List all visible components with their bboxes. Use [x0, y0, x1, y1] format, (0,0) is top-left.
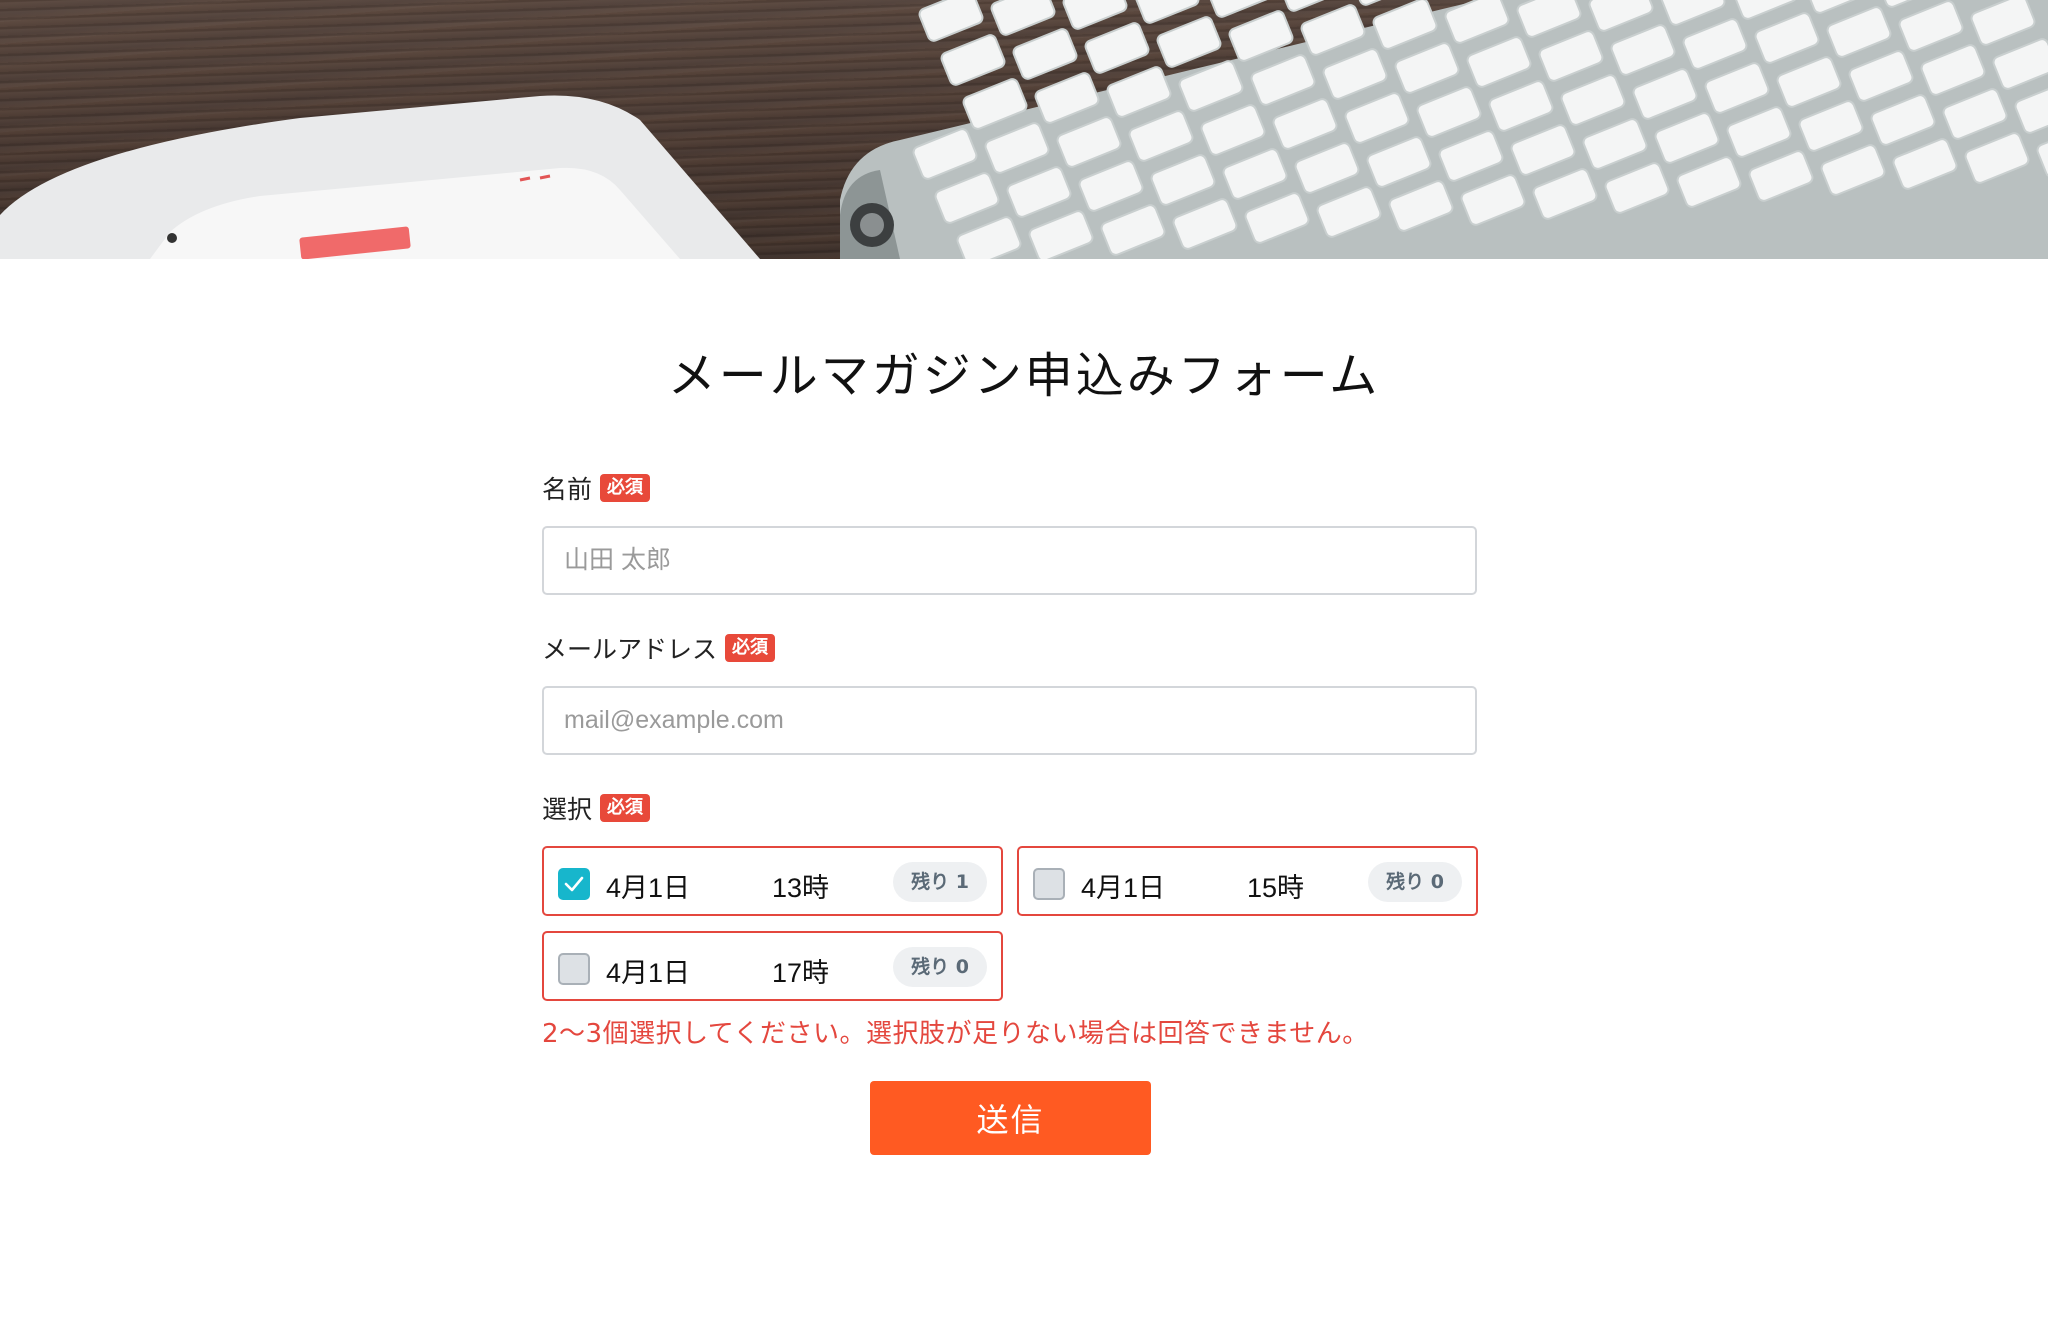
checkbox[interactable]	[558, 868, 590, 900]
required-badge: 必須	[600, 474, 651, 502]
keyboard-key	[1156, 16, 1222, 68]
email-label-text: メールアドレス	[542, 635, 718, 664]
keyboard-key	[1084, 22, 1150, 74]
choice-option-1[interactable]: 4月1日 13時 残り 1	[542, 846, 1003, 916]
choice-date: 4月1日	[1081, 873, 1166, 903]
remaining-badge: 残り 0	[893, 947, 987, 987]
keyboard-key	[1134, 0, 1200, 24]
email-input[interactable]	[542, 686, 1477, 755]
desk-keyboard-tablet-illustration	[0, 0, 2048, 259]
keyboard-key	[1062, 0, 1128, 30]
choice-option-2[interactable]: 4月1日 15時 残り 0	[1017, 846, 1478, 916]
name-label-text: 名前	[542, 475, 593, 504]
submit-button[interactable]: 送信	[870, 1081, 1151, 1155]
remaining-badge: 残り 1	[893, 862, 987, 902]
name-label: 名前 必須	[542, 470, 651, 506]
page-title: メールマガジン申込みフォーム	[667, 348, 1381, 404]
keyboard-key	[918, 0, 984, 42]
checkbox[interactable]	[1033, 868, 1065, 900]
choice-label: 選択 必須	[542, 790, 651, 826]
checkmark-icon	[564, 876, 584, 892]
choice-time: 13時	[772, 873, 830, 903]
choice-time: 15時	[1247, 873, 1305, 903]
tablet-illustration	[0, 95, 760, 259]
keyboard-key	[1012, 28, 1078, 80]
remaining-badge: 残り 0	[1368, 862, 1462, 902]
hero-banner-image	[0, 0, 2048, 259]
checkbox[interactable]	[558, 953, 590, 985]
name-input[interactable]	[542, 526, 1477, 595]
choice-option-3[interactable]: 4月1日 17時 残り 0	[542, 931, 1003, 1001]
choice-error-message: 2〜3個選択してください。選択肢が足りない場合は回答できません。	[542, 1019, 1369, 1049]
required-badge: 必須	[600, 794, 651, 822]
keyboard-key	[990, 0, 1056, 36]
choice-date: 4月1日	[606, 873, 691, 903]
email-label: メールアドレス 必須	[542, 630, 776, 666]
required-badge: 必須	[725, 634, 776, 662]
keyboard-key	[940, 34, 1006, 86]
choice-time: 17時	[772, 958, 830, 988]
keyboard-key	[1206, 0, 1272, 18]
choice-label-text: 選択	[542, 795, 593, 824]
choice-date: 4月1日	[606, 958, 691, 988]
